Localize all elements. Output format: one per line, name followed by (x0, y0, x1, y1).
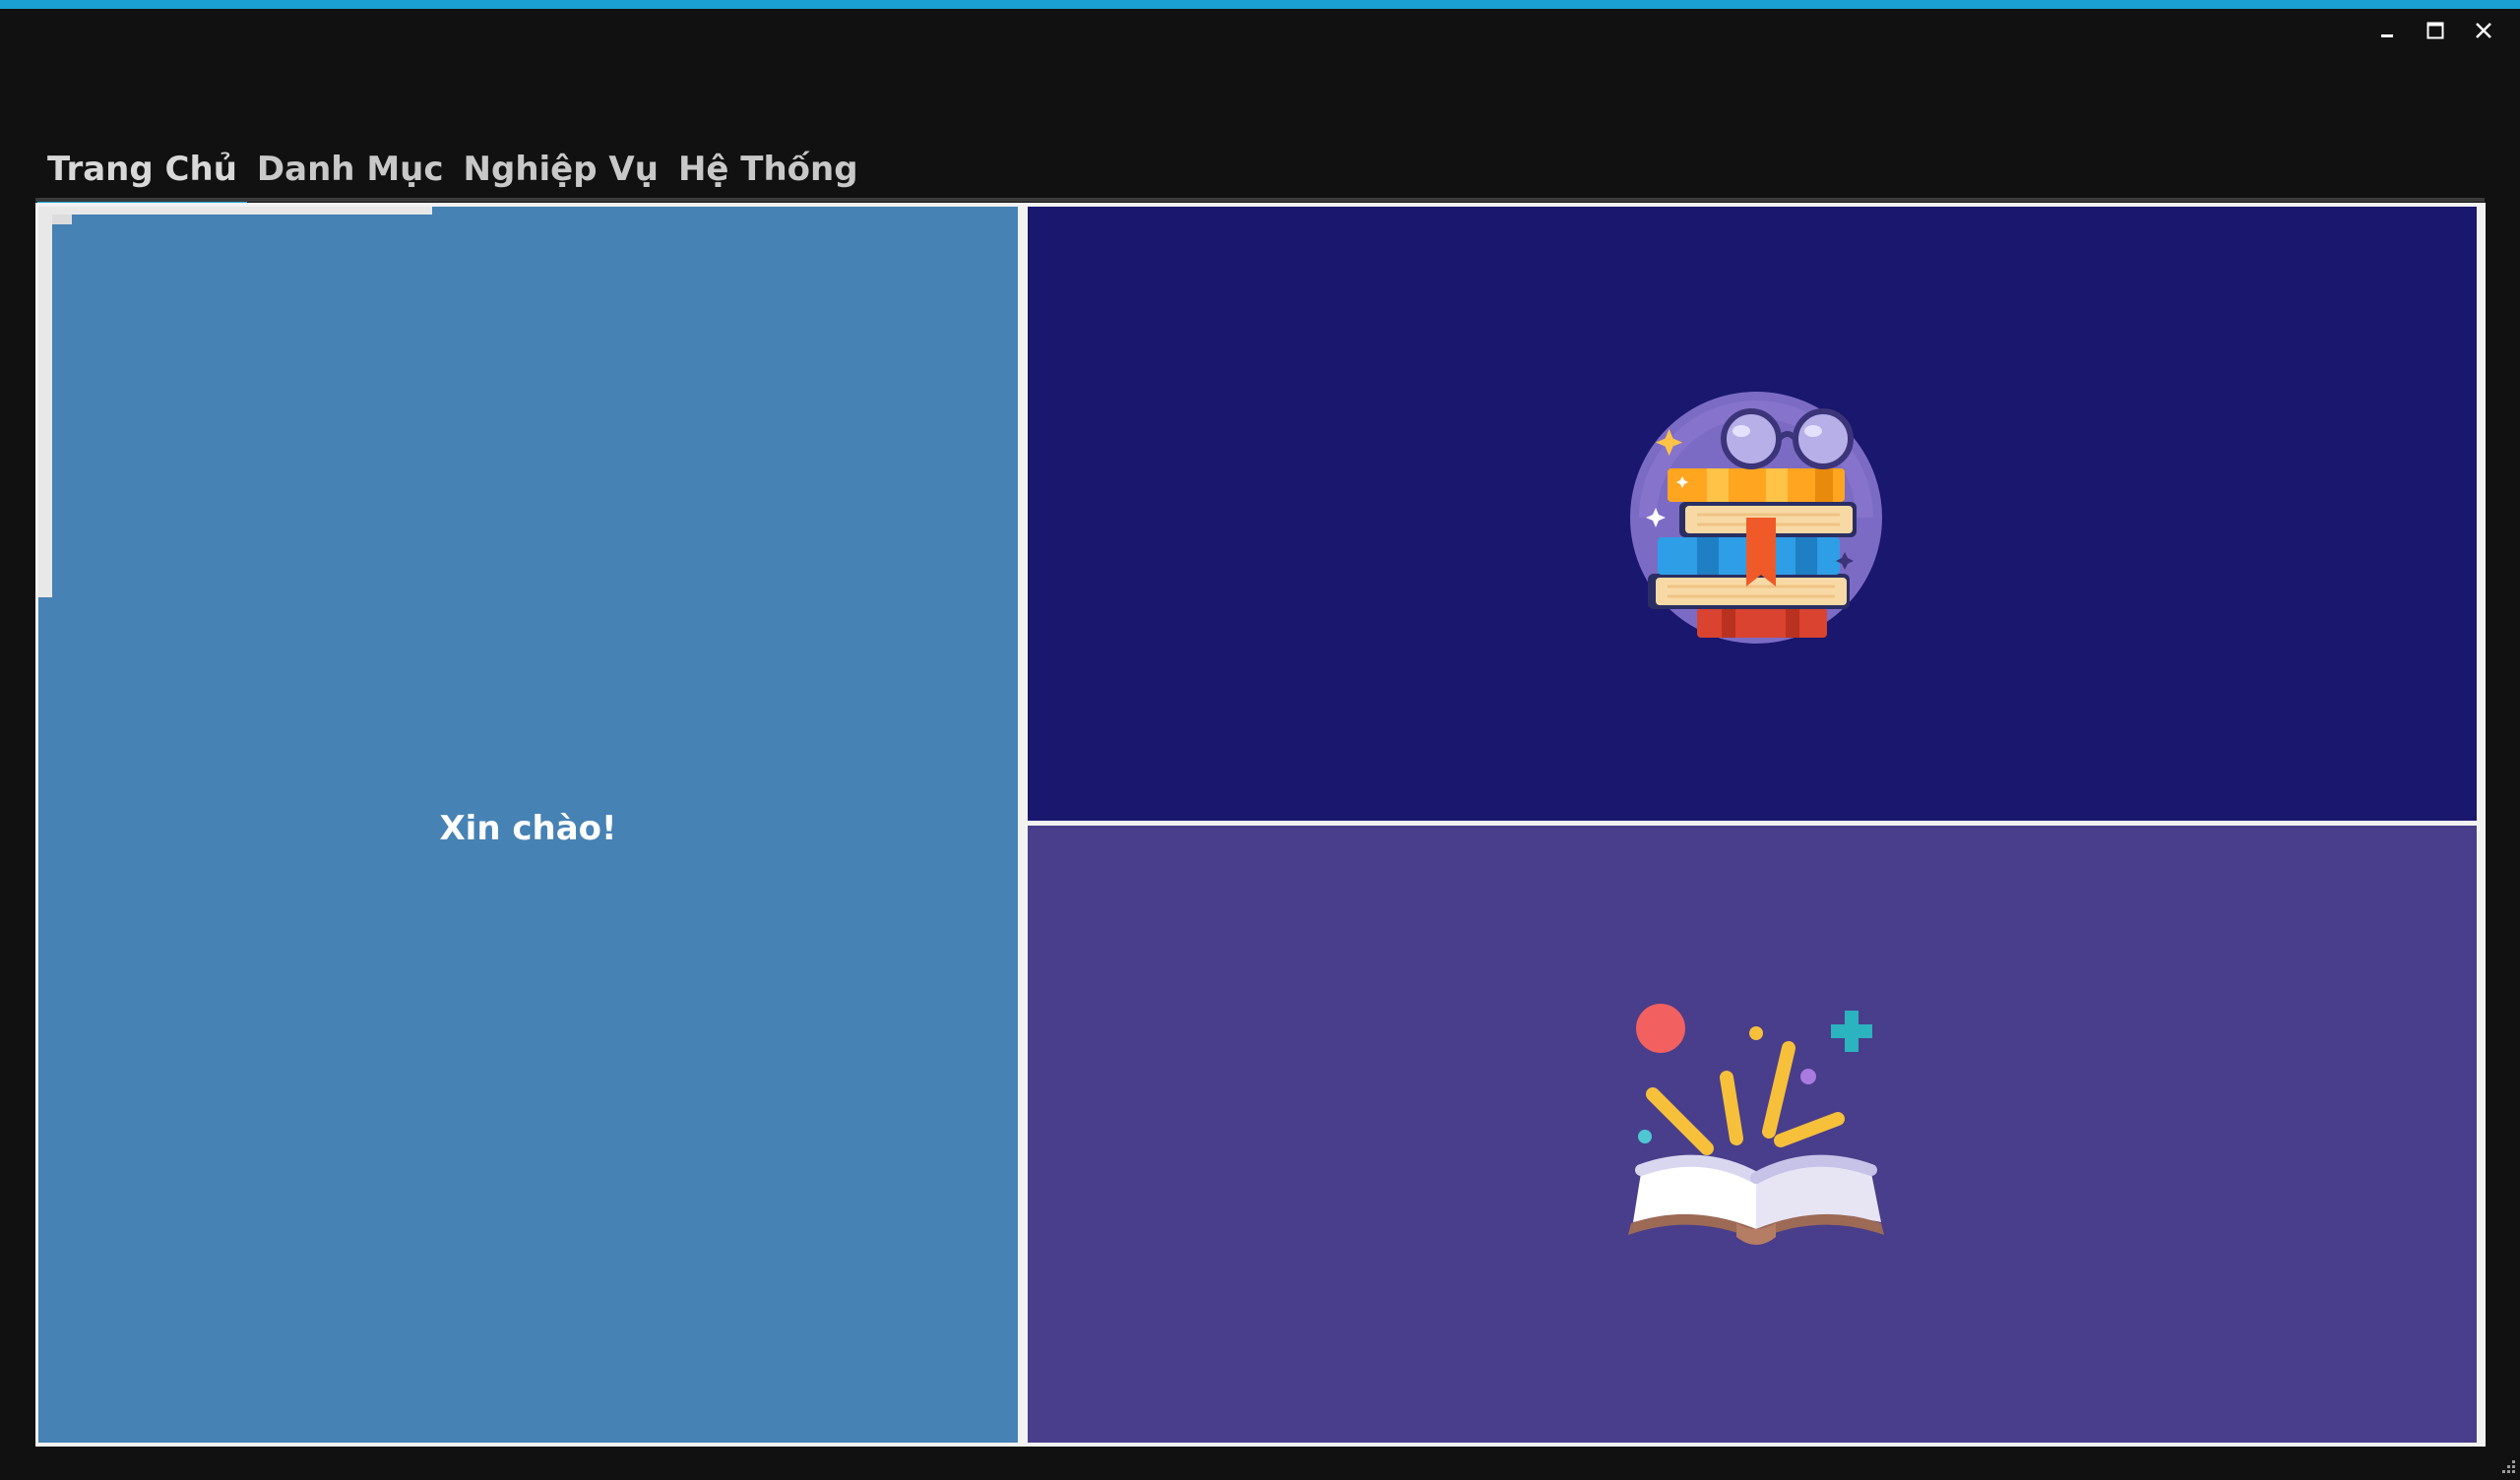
close-button[interactable] (2464, 16, 2503, 45)
app-window: Trang Chủ Danh Mục Nghiệp Vụ Hệ Thống Xi… (0, 0, 2520, 1480)
tab-he-thong[interactable]: Hệ Thống (668, 140, 868, 199)
panel-artifact-top (38, 207, 432, 215)
open-book-panel (1028, 826, 2477, 1443)
close-icon (2476, 23, 2491, 38)
tab-bar-divider (35, 198, 2485, 202)
panel-artifact-left (38, 207, 52, 597)
books-stack-icon (1630, 392, 1882, 644)
maximize-button[interactable] (2416, 16, 2455, 45)
panel-artifact-corner (52, 215, 72, 224)
tab-nghiep-vu[interactable]: Nghiệp Vụ (454, 140, 668, 199)
tab-trang-chu[interactable]: Trang Chủ (37, 140, 247, 205)
greeting-panel: Xin chào! (38, 207, 1018, 1443)
open-book-icon (1628, 1004, 1884, 1245)
books-panel (1028, 207, 2477, 821)
main-tab-bar: Trang Chủ Danh Mục Nghiệp Vụ Hệ Thống (37, 140, 868, 205)
greeting-text: Xin chào! (439, 809, 617, 848)
minimize-button[interactable] (2367, 16, 2407, 45)
minimize-icon (2381, 34, 2393, 37)
tab-danh-muc[interactable]: Danh Mục (247, 140, 454, 199)
resize-grip-icon[interactable] (2498, 1458, 2516, 1476)
home-content: Xin chào! (35, 203, 2486, 1447)
title-accent-bar (0, 0, 2520, 9)
maximize-icon (2426, 22, 2444, 39)
